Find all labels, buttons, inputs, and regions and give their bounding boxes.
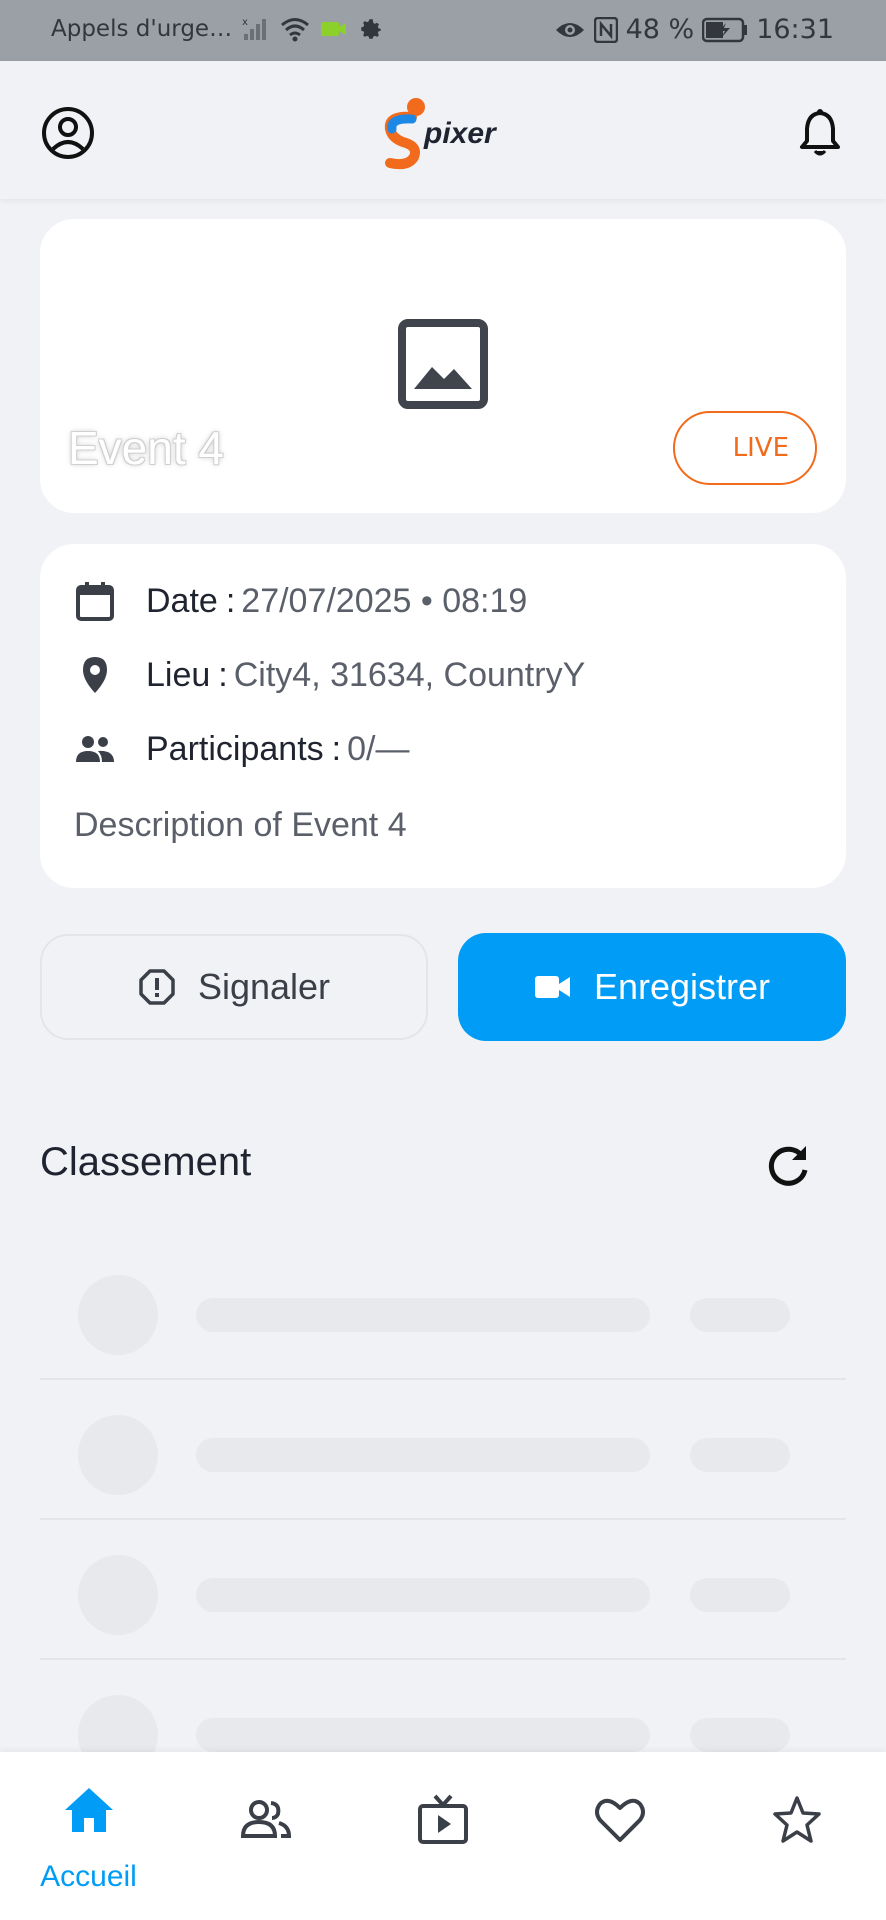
ranking-skeleton-row <box>40 1380 846 1520</box>
skeleton-avatar <box>78 1275 158 1355</box>
profile-button[interactable] <box>40 105 96 161</box>
skeleton-score <box>690 1438 790 1472</box>
live-badge: LIVE <box>673 411 817 485</box>
record-button[interactable]: Enregistrer <box>458 933 846 1041</box>
star-icon <box>772 1796 821 1843</box>
home-icon <box>64 1788 113 1832</box>
nav-item-home[interactable]: Accueil <box>0 1752 177 1920</box>
heart-icon <box>594 1798 645 1842</box>
clock-time: 16:31 <box>756 14 834 45</box>
people-icon <box>240 1800 291 1838</box>
eye-icon <box>554 18 586 42</box>
battery-percent: 48 % <box>625 14 695 45</box>
date-value: 27/07/2025 • 08:19 <box>241 581 528 620</box>
nav-item-community[interactable] <box>177 1752 354 1920</box>
participants-icon <box>74 728 116 770</box>
location-pin-icon <box>74 654 116 696</box>
location-label: Lieu <box>146 655 211 694</box>
video-call-icon <box>320 19 348 39</box>
skeleton-avatar <box>78 1415 158 1495</box>
ranking-skeleton-row <box>40 1520 846 1660</box>
carrier-text: Appels d'urge… <box>51 16 233 42</box>
nav-item-ratings[interactable] <box>708 1752 885 1920</box>
report-alert-icon <box>139 969 175 1005</box>
event-banner-card[interactable]: Event 4 LIVE <box>40 219 846 513</box>
image-placeholder-icon <box>398 319 488 409</box>
date-label: Date <box>146 581 218 620</box>
settings-gear-icon <box>358 16 384 42</box>
report-button[interactable]: Signaler <box>40 934 428 1040</box>
battery-charging-icon <box>702 17 748 43</box>
signal-icon: x <box>242 16 270 42</box>
nav-label-home: Accueil <box>40 1860 137 1893</box>
bottom-navigation: Accueil <box>0 1752 886 1920</box>
videocam-icon <box>534 976 570 998</box>
logo-text: pixer <box>424 117 496 150</box>
event-title: Event 4 <box>68 422 224 474</box>
event-info-card: Date : 27/07/2025 • 08:19 Lieu : City4, … <box>40 544 846 888</box>
wifi-icon <box>280 16 310 42</box>
nav-item-favorites[interactable] <box>531 1752 708 1920</box>
app-logo: pixer <box>382 91 506 171</box>
date-separator: : <box>225 581 236 620</box>
nfc-icon <box>593 16 618 43</box>
live-label: LIVE <box>732 433 789 463</box>
location-separator: : <box>218 655 228 694</box>
svg-text:x: x <box>242 17 248 28</box>
participants-separator: : <box>331 729 342 768</box>
refresh-icon <box>768 1146 808 1186</box>
skeleton-name <box>196 1578 650 1612</box>
ranking-title: Classement <box>40 1140 252 1184</box>
participants-label: Participants <box>146 729 324 768</box>
event-description: Description of Event 4 <box>74 806 407 844</box>
app-header: pixer <box>0 61 886 199</box>
location-value: City4, 31634, CountryY <box>233 655 586 694</box>
notifications-button[interactable] <box>792 105 848 161</box>
participants-row: Participants : 0/— <box>74 728 409 770</box>
status-bar: Appels d'urge… x 48 % 16:31 <box>0 0 886 61</box>
refresh-button[interactable] <box>762 1140 814 1192</box>
skeleton-score <box>690 1578 790 1612</box>
skeleton-score <box>690 1718 790 1752</box>
record-label: Enregistrer <box>593 966 771 1007</box>
location-row: Lieu : City4, 31634, CountryY <box>74 654 585 696</box>
date-row: Date : 27/07/2025 • 08:19 <box>74 580 527 622</box>
nav-item-live[interactable] <box>354 1752 531 1920</box>
skeleton-name <box>196 1298 650 1332</box>
skeleton-name <box>196 1438 650 1472</box>
skeleton-score <box>690 1298 790 1332</box>
skeleton-name <box>196 1718 650 1752</box>
ranking-skeleton-row <box>40 1240 846 1380</box>
bell-icon <box>800 109 840 156</box>
skeleton-avatar <box>78 1555 158 1635</box>
account-circle-icon <box>42 107 94 159</box>
participants-value: 0/— <box>347 729 410 768</box>
calendar-icon <box>74 580 116 622</box>
report-label: Signaler <box>197 966 331 1007</box>
tv-play-icon <box>417 1794 468 1844</box>
